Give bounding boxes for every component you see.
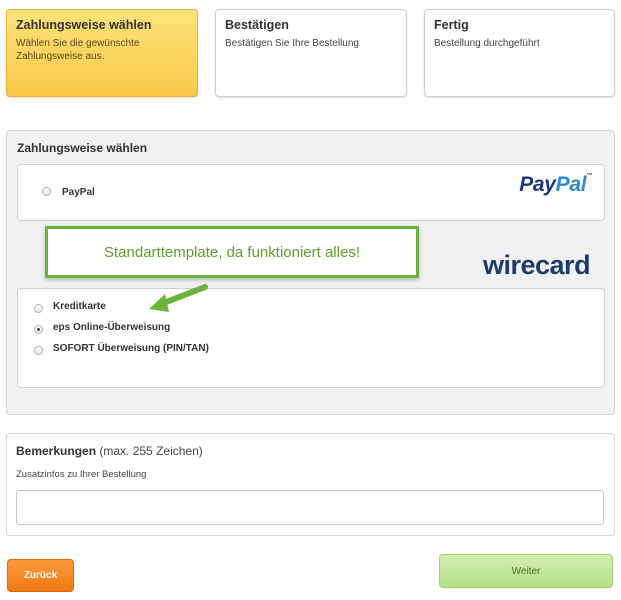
sofort-radio[interactable]: [34, 346, 43, 355]
paypal-radio[interactable]: [42, 187, 51, 196]
step-payment: Zahlungsweise wählen Wählen Sie die gewü…: [6, 9, 198, 97]
remarks-textarea[interactable]: [16, 490, 604, 525]
paypal-logo-pal: Pal: [555, 173, 587, 196]
step-description: Bestätigen Sie Ihre Bestellung: [225, 38, 359, 49]
paypal-logo: PayPal™: [519, 173, 592, 197]
remarks-hint: Zusatzinfos zu Ihrer Bestellung: [16, 469, 147, 480]
remarks-title-limit: (max. 255 Zeichen): [99, 444, 203, 458]
kreditkarte-radio[interactable]: [34, 304, 43, 313]
wirecard-logo: wirecard: [483, 250, 591, 280]
paypal-logo-pay: Pay: [519, 173, 556, 196]
eps-label[interactable]: eps Online-Überweisung: [53, 322, 170, 333]
kreditkarte-label[interactable]: Kreditkarte: [53, 301, 106, 312]
next-button[interactable]: Weiter: [439, 554, 613, 588]
arrow-icon: [149, 284, 208, 312]
step-confirm: Bestätigen Bestätigen Sie Ihre Bestellun…: [215, 9, 407, 97]
eps-radio[interactable]: [34, 325, 43, 334]
step-description: Bestellung durchgeführt: [434, 38, 540, 49]
step-title: Zahlungsweise wählen: [16, 18, 152, 32]
step-description: Wählen Sie die gewünschte Zahlungsweise …: [16, 38, 140, 62]
sofort-label[interactable]: SOFORT Überweisung (PIN/TAN): [53, 343, 209, 354]
remarks-title-main: Bemerkungen: [16, 444, 97, 458]
remarks-title: Bemerkungen (max. 255 Zeichen): [16, 444, 203, 458]
back-button[interactable]: Zurück: [7, 559, 74, 592]
remarks-section: Bemerkungen (max. 255 Zeichen) Zusatzinf…: [6, 433, 615, 536]
step-title: Bestätigen: [225, 18, 289, 32]
paypal-option-box[interactable]: PayPal PayPal™: [17, 164, 605, 221]
step-title: Fertig: [434, 18, 469, 32]
paypal-logo-tm: ™: [586, 173, 592, 179]
paypal-label[interactable]: PayPal: [62, 187, 95, 198]
wirecard-options-box: Kreditkarte eps Online-Überweisung SOFOR…: [17, 288, 605, 388]
annotation-callout: Standarttemplate, da funktioniert alles!: [45, 226, 419, 278]
step-done: Fertig Bestellung durchgeführt: [424, 9, 615, 97]
panel-title: Zahlungsweise wählen: [17, 141, 148, 155]
